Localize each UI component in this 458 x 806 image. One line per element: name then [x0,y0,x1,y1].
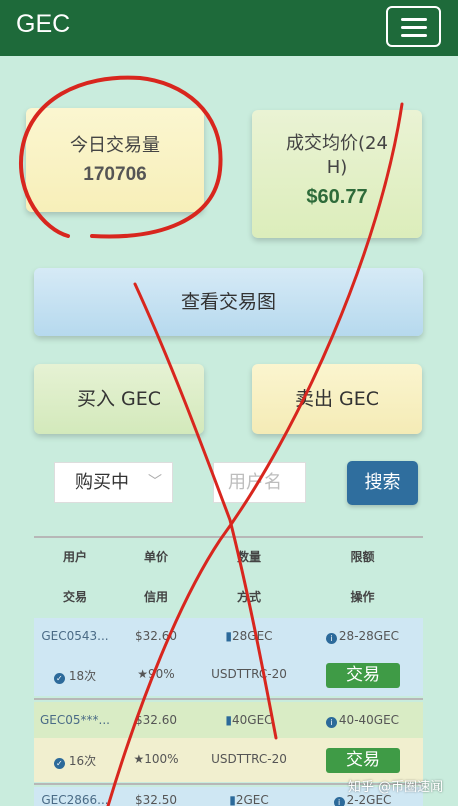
avg-price-title-line2: H) [326,157,348,178]
row-method: USDTTRC-20 [211,667,287,681]
info-icon: i [325,633,337,644]
view-chart-button[interactable]: 查看交易图 [34,268,423,336]
row-qty: ▮28GEC [196,629,302,643]
brand-logo[interactable]: GEC [16,10,70,39]
hamburger-icon [401,34,427,37]
col-header-trades: 交易 [62,590,87,604]
table-header-row: 交易 信用 方式 操作 [34,582,423,610]
row-qty: ▮40GEC [196,713,302,727]
row-trades: ✓ 16次 [34,752,116,769]
row-user[interactable]: GEC2866... [34,793,116,806]
table-row: GEC0543... $32.60 ▮28GEC i 28-28GEC [34,618,423,654]
hamburger-icon [401,18,427,21]
trade-button[interactable]: 交易 [326,663,400,688]
check-icon: ✓ [53,673,65,684]
search-button[interactable]: 搜索 [347,461,418,505]
col-header-action: 操作 [350,590,375,604]
row-limit: i 40-40GEC [302,713,423,728]
trade-button[interactable]: 交易 [326,748,400,773]
mode-select[interactable]: 购买中 ﹀ [54,462,173,503]
row-method: USDTTRC-20 [211,752,287,766]
bar-chart-icon: ▮ [229,793,236,806]
row-credit: ★90% [137,667,175,681]
row-trades: ✓ 18次 [34,667,116,684]
info-icon: i [325,717,337,728]
table-row: GEC05***... $32.60 ▮40GEC i 40-40GEC [34,702,423,738]
row-credit: ★100% [133,752,179,766]
col-header-qty: 数量 [236,550,261,564]
row-qty: ▮2GEC [196,793,302,806]
row-price: $32.50 [135,793,177,806]
row-trades-value: 16次 [68,754,97,768]
mode-select-value: 购买中 [75,472,129,493]
info-icon: i [333,797,345,806]
row-trades-value: 18次 [68,669,97,683]
check-icon: ✓ [53,758,65,769]
sell-gec-button[interactable]: 卖出 GEC [252,364,422,434]
buy-gec-button[interactable]: 买入 GEC [34,364,204,434]
watermark: 知乎 @币圈速闻 [348,780,444,795]
avg-price-title-line1: 成交均价(24 [286,133,388,154]
daily-volume-value: 170706 [83,164,147,185]
row-price: $32.60 [135,629,177,643]
table-divider [34,698,423,700]
col-header-price: 单价 [143,550,168,564]
table-divider [34,536,423,538]
hamburger-menu-button[interactable] [386,6,441,47]
row-limit-value: 40-40GEC [338,713,400,727]
daily-volume-card: 今日交易量 170706 [26,108,204,212]
avg-price-value: $60.77 [306,186,368,208]
row-qty-value: 28GEC [232,629,273,643]
col-header-limit: 限额 [350,550,375,564]
top-navbar: GEC [0,0,458,56]
col-header-credit: 信用 [143,590,168,604]
row-qty-value: 40GEC [232,713,273,727]
row-user[interactable]: GEC0543... [34,629,116,643]
avg-price-title: 成交均价(24 H) [252,132,422,180]
daily-volume-title: 今日交易量 [70,135,160,156]
username-input[interactable] [213,462,306,503]
row-limit: i 28-28GEC [302,629,423,644]
chevron-down-icon: ﹀ [148,474,162,490]
avg-price-card: 成交均价(24 H) $60.77 [252,110,422,238]
row-user[interactable]: GEC05***... [34,713,116,727]
row-price: $32.60 [135,713,177,727]
table-header-row: 用户 单价 数量 限额 [34,542,423,570]
row-qty-value: 2GEC [235,793,269,806]
table-row: ✓ 18次 ★90% USDTTRC-20 交易 [34,654,423,696]
hamburger-icon [401,26,427,29]
row-limit-value: 28-28GEC [338,629,400,643]
col-header-user: 用户 [62,550,87,564]
col-header-method: 方式 [236,590,261,604]
